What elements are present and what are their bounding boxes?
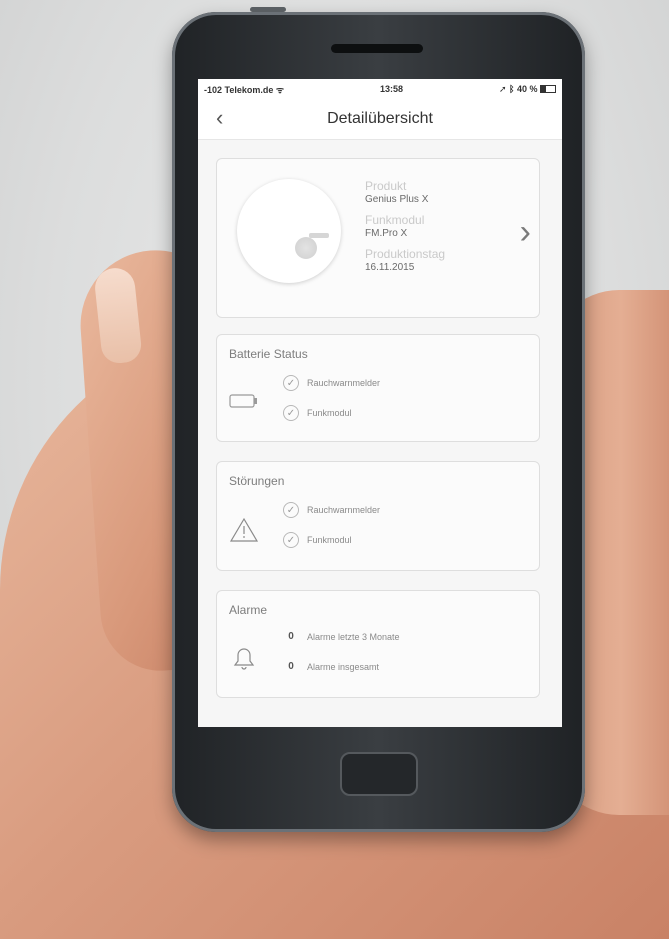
chevron-right-icon[interactable]: › <box>520 215 531 249</box>
list-item: ✓ Funkmodul <box>283 532 352 548</box>
status-right: ➚ ᛒ 40 % <box>499 84 556 95</box>
check-circle-icon: ✓ <box>283 502 299 518</box>
wifi-icon: ᯤ <box>275 84 285 95</box>
bluetooth-icon: ᛒ <box>509 83 515 94</box>
nav-bar: ‹ Detailübersicht <box>198 99 562 140</box>
phone-side-button <box>250 7 286 12</box>
detector-module <box>309 233 329 238</box>
check-circle-icon: ✓ <box>283 405 299 421</box>
list-item: ✓ Rauchwarnmelder <box>283 502 380 518</box>
status-bar: -102 Telekom.de ᯤ 13:58 ➚ ᛒ 40 % <box>198 79 562 99</box>
location-icon: ➚ <box>498 83 507 94</box>
product-card[interactable]: Produkt Genius Plus X Funkmodul FM.Pro X… <box>216 158 540 318</box>
smoke-detector-image <box>237 179 341 283</box>
product-label: Produkt <box>365 179 407 193</box>
check-circle-icon: ✓ <box>283 375 299 391</box>
list-item: 0 Alarme insgesamt <box>288 661 380 672</box>
funkmodul-label: Funkmodul <box>365 213 425 227</box>
page-title: Detailübersicht <box>327 110 433 127</box>
alarme-title: Alarme <box>229 603 268 617</box>
battery-status-card: Batterie Status ✓ Rauchwarnmelder ✓ Funk… <box>216 334 540 442</box>
content-area: Produkt Genius Plus X Funkmodul FM.Pro X… <box>198 140 562 727</box>
produktionstag-value: 16.11.2015 <box>365 262 415 273</box>
list-item: ✓ Funkmodul <box>283 405 352 421</box>
battery-status-title: Batterie Status <box>229 347 308 361</box>
bell-icon <box>229 643 259 678</box>
home-button[interactable] <box>340 752 418 796</box>
phone-speaker <box>331 44 423 53</box>
product-value: Genius Plus X <box>365 194 429 205</box>
battery-icon <box>229 393 259 414</box>
phone-screen: -102 Telekom.de ᯤ 13:58 ➚ ᛒ 40 % ‹ Detai… <box>198 79 562 727</box>
alarme-card: Alarme 0 Alarme letzte 3 Monate 0 Alarme… <box>216 590 540 698</box>
funkmodul-value: FM.Pro X <box>365 228 408 239</box>
produktionstag-label: Produktionstag <box>365 247 446 261</box>
clock: 13:58 <box>380 84 404 94</box>
carrier-label: -102 Telekom.de ᯤ <box>204 84 285 95</box>
list-item: 0 Alarme letzte 3 Monate <box>288 631 400 642</box>
warning-triangle-icon <box>229 517 259 548</box>
check-circle-icon: ✓ <box>283 532 299 548</box>
stoerungen-title: Störungen <box>229 474 285 488</box>
battery-status-icon <box>540 85 556 94</box>
detector-sensor <box>295 237 317 259</box>
list-item: ✓ Rauchwarnmelder <box>283 375 380 391</box>
stoerungen-card: Störungen ✓ Rauchwarnmelder ✓ Funkmodul <box>216 461 540 571</box>
product-info: Produkt Genius Plus X Funkmodul FM.Pro X… <box>365 179 445 281</box>
